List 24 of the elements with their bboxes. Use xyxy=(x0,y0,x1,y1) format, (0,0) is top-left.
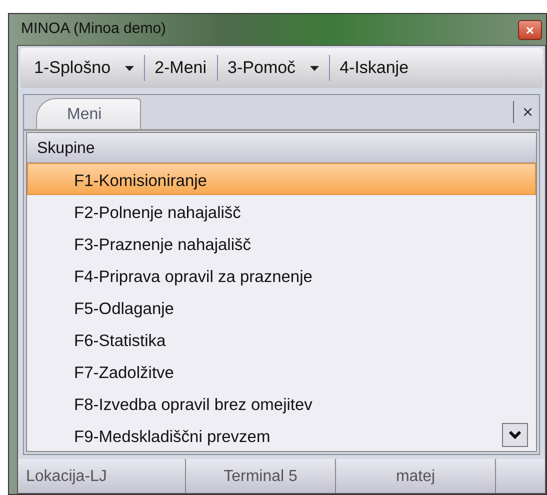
caret-icon xyxy=(124,66,134,70)
menu-item[interactable]: F4-Priprava opravil za praznenje xyxy=(27,259,536,291)
panel-tab[interactable]: Meni xyxy=(36,98,141,129)
menu-item[interactable]: F5-Odlaganje xyxy=(27,291,536,323)
status-field: Lokacija-LJ xyxy=(18,459,186,493)
menu-button[interactable]: 1-Splošno xyxy=(28,55,140,81)
menu-item[interactable]: F6-Statistika xyxy=(27,323,536,355)
status-field: matej xyxy=(336,459,496,493)
window-title: MINOA (Minoa demo) xyxy=(21,19,168,40)
status-field: Terminal 5 xyxy=(186,459,336,493)
menu-button[interactable]: 3-Pomoč xyxy=(222,55,325,81)
menu-item[interactable]: F7-Zadolžitve xyxy=(27,355,536,387)
menu-button[interactable]: 4-Iskanje xyxy=(334,55,415,81)
close-button[interactable]: × xyxy=(513,101,533,123)
menu-item[interactable]: F3-Praznenje nahajališč xyxy=(27,227,536,259)
menu-item[interactable]: F1-Komisioniranje xyxy=(27,163,536,195)
menu-item[interactable]: F2-Polnenje nahajališč xyxy=(27,195,536,227)
scroll-down-button[interactable] xyxy=(502,423,528,447)
menu-item[interactable]: F8-Izvedba opravil brez omejitev xyxy=(27,387,536,419)
caret-icon xyxy=(310,66,319,70)
chevron-down-icon xyxy=(508,430,522,440)
menu-button[interactable]: 2-Meni xyxy=(148,55,213,81)
menu-item[interactable]: F9-Medskladiščni prevzem xyxy=(27,419,536,451)
list-header: Skupine xyxy=(27,133,536,163)
